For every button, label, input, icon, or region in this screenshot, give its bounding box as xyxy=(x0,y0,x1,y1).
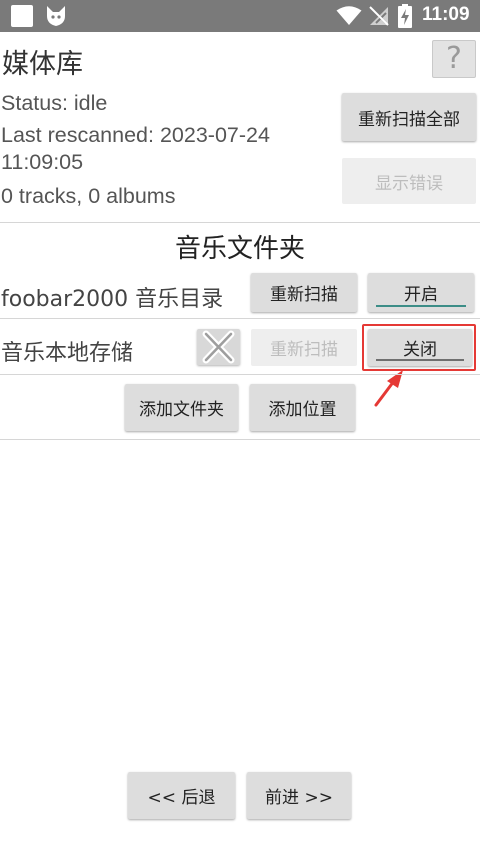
battery-charging-icon xyxy=(398,4,412,28)
status-label: Status: idle xyxy=(1,91,108,115)
close-icon xyxy=(202,330,235,364)
wifi-icon xyxy=(336,6,362,25)
status-bar: 11:09 xyxy=(0,0,480,32)
no-signal-icon xyxy=(369,6,389,26)
rescan-folder-button[interactable]: 重新扫描 xyxy=(251,273,357,312)
add-location-button[interactable]: 添加位置 xyxy=(250,384,355,431)
track-album-count: 0 tracks, 0 albums xyxy=(1,184,176,208)
local-storage-label: 音乐本地存储 xyxy=(1,341,134,366)
annotation-highlight xyxy=(362,324,476,371)
rescan-all-button[interactable]: 重新扫描全部 xyxy=(342,93,476,141)
clock: 11:09 xyxy=(422,4,470,25)
divider xyxy=(0,439,480,440)
show-errors-button[interactable]: 显示错误 xyxy=(342,158,476,204)
section-title: 音乐文件夹 xyxy=(174,234,305,264)
last-rescanned-time: 11:09:05 xyxy=(1,150,84,174)
remove-folder-button[interactable] xyxy=(197,329,240,365)
add-folder-button[interactable]: 添加文件夹 xyxy=(125,384,238,431)
enable-toggle[interactable]: 开启 xyxy=(368,273,474,312)
help-button[interactable]: ? xyxy=(432,40,476,78)
fox-icon xyxy=(47,6,65,26)
divider xyxy=(0,318,480,319)
rescan-local-button[interactable]: 重新扫描 xyxy=(251,329,357,366)
app-square-icon xyxy=(11,5,33,27)
last-rescanned-label: Last rescanned: 2023-07-24 xyxy=(1,123,270,147)
forward-button[interactable]: 前进 >> xyxy=(247,772,351,819)
divider xyxy=(0,222,480,223)
folder-label: foobar2000 音乐目录 xyxy=(1,287,224,312)
back-button[interactable]: << 后退 xyxy=(128,772,235,819)
page-title: 媒体库 xyxy=(2,49,83,80)
divider xyxy=(0,374,480,375)
